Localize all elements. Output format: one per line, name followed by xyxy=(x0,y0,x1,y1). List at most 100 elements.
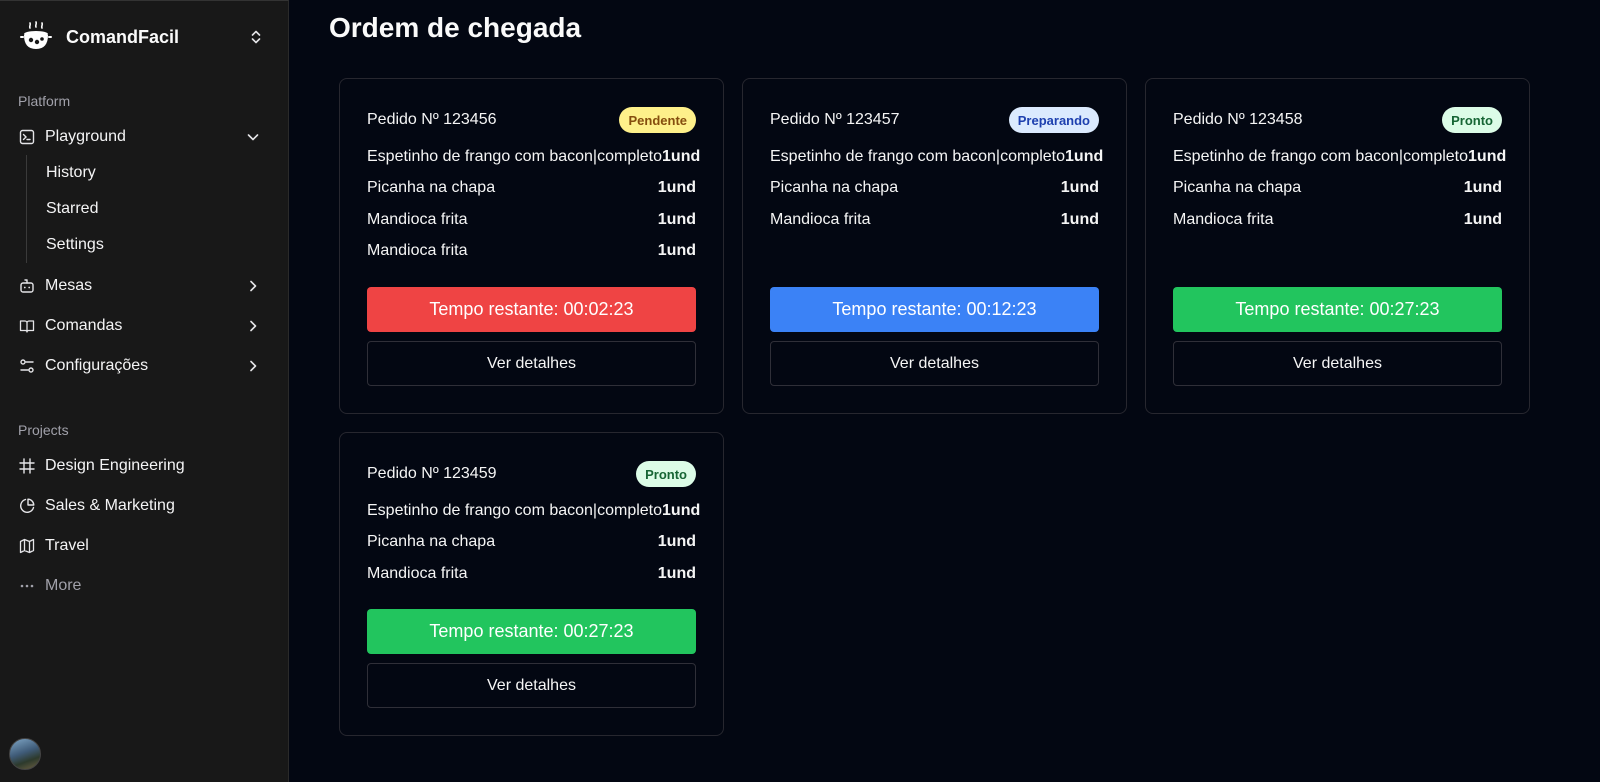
list-item: Mandioca frita 1und xyxy=(770,204,1099,236)
main-content: Ordem de chegada Pedido Nº 123456 Penden… xyxy=(289,0,1600,782)
sidebar-item-comandas[interactable]: Comandas xyxy=(10,309,274,343)
settings-sliders-icon xyxy=(18,357,36,375)
more-horizontal-icon xyxy=(18,577,36,595)
time-remaining-bar: Tempo restante: 00:12:23 xyxy=(770,287,1099,332)
list-item: Picanha na chapa 1und xyxy=(770,173,1099,205)
list-item: Picanha na chapa 1und xyxy=(367,173,696,205)
list-item: Mandioca frita 1und xyxy=(367,236,696,268)
item-name: Mandioca frita xyxy=(1173,210,1274,228)
status-badge: Pendente xyxy=(619,107,696,133)
item-quantity: 1und xyxy=(657,210,696,228)
sidebar-item-label: Mesas xyxy=(45,277,93,294)
list-item: Espetinho de frango com bacon|completo 1u… xyxy=(367,141,700,173)
chevron-down-icon xyxy=(244,128,262,146)
item-name: Espetinho de frango com bacon|completo xyxy=(1173,147,1469,165)
item-name: Picanha na chapa xyxy=(770,179,899,197)
frame-icon xyxy=(18,457,36,475)
item-name: Mandioca frita xyxy=(367,242,468,260)
item-name: Mandioca frita xyxy=(367,210,468,228)
chevron-right-icon xyxy=(244,357,262,375)
app-name: ComandFacil xyxy=(66,26,180,47)
item-name: Picanha na chapa xyxy=(367,179,496,197)
book-icon xyxy=(18,317,36,335)
item-name: Espetinho de frango com bacon|completo xyxy=(770,147,1066,165)
item-quantity: 1und xyxy=(1065,147,1104,165)
list-item: Espetinho de frango com bacon|completo 1u… xyxy=(770,141,1103,173)
sidebar-item-label: Travel xyxy=(45,537,89,554)
item-quantity: 1und xyxy=(1463,179,1502,197)
sidebar-item-sales-marketing[interactable]: Sales & Marketing xyxy=(10,489,274,523)
bot-icon xyxy=(18,277,36,295)
order-card: Pedido Nº 123458 Pronto Espetinho de fra… xyxy=(1145,78,1530,414)
map-icon xyxy=(18,537,36,555)
order-items-list: Espetinho de frango com bacon|completo 1u… xyxy=(1173,141,1506,236)
list-item: Mandioca frita 1und xyxy=(367,204,696,236)
item-name: Mandioca frita xyxy=(770,210,871,228)
time-remaining-bar: Tempo restante: 00:02:23 xyxy=(367,287,696,332)
page-title: Ordem de chegada xyxy=(329,12,582,43)
order-number: Pedido Nº 123458 xyxy=(1173,111,1303,128)
terminal-icon xyxy=(18,128,36,146)
sidebar-item-mesas[interactable]: Mesas xyxy=(10,269,274,303)
chevron-right-icon xyxy=(244,317,262,335)
sidebar-item-label: Design Engineering xyxy=(45,457,185,474)
sidebar-subitem-settings[interactable]: Settings xyxy=(36,230,104,260)
view-details-button[interactable]: Ver detalhes xyxy=(367,341,696,386)
order-items-list: Espetinho de frango com bacon|completo 1u… xyxy=(367,495,700,590)
order-number: Pedido Nº 123456 xyxy=(367,111,497,128)
sidebar-item-label: Playground xyxy=(45,128,126,145)
item-quantity: 1und xyxy=(657,533,696,551)
sidebar-item-label: More xyxy=(45,577,82,594)
order-items-list: Espetinho de frango com bacon|completo 1u… xyxy=(367,141,700,268)
projects-section-label: Projects xyxy=(18,422,69,438)
item-quantity: 1und xyxy=(657,179,696,197)
sidebar-item-label: Configurações xyxy=(45,357,149,374)
cooking-pot-logo-icon xyxy=(18,19,54,55)
list-item: Mandioca frita 1und xyxy=(1173,204,1502,236)
item-quantity: 1und xyxy=(1060,210,1099,228)
item-quantity: 1und xyxy=(657,564,696,582)
order-items-list: Espetinho de frango com bacon|completo 1u… xyxy=(770,141,1103,236)
sidebar-item-design-engineering[interactable]: Design Engineering xyxy=(10,449,274,483)
chevrons-up-down-icon xyxy=(247,28,265,46)
submenu-guide-line xyxy=(26,155,27,263)
list-item: Picanha na chapa 1und xyxy=(1173,173,1502,205)
view-details-button[interactable]: Ver detalhes xyxy=(770,341,1099,386)
sidebar-item-label: Comandas xyxy=(45,317,123,334)
time-remaining-bar: Tempo restante: 00:27:23 xyxy=(1173,287,1502,332)
list-item: Espetinho de frango com bacon|completo 1u… xyxy=(367,495,700,527)
item-quantity: 1und xyxy=(1468,147,1507,165)
item-name: Picanha na chapa xyxy=(1173,179,1302,197)
sidebar-item-travel[interactable]: Travel xyxy=(10,529,274,563)
platform-section-label: Platform xyxy=(18,93,71,109)
view-details-button[interactable]: Ver detalhes xyxy=(1173,341,1502,386)
chevron-right-icon xyxy=(244,277,262,295)
view-details-button[interactable]: Ver detalhes xyxy=(367,663,696,708)
sidebar: ComandFacil Platform Playground History … xyxy=(0,0,289,782)
item-name: Espetinho de frango com bacon|completo xyxy=(367,501,663,519)
sidebar-item-configuracoes[interactable]: Configurações xyxy=(10,349,274,383)
pie-chart-icon xyxy=(18,497,36,515)
list-item: Mandioca frita 1und xyxy=(367,558,696,590)
sidebar-item-playground[interactable]: Playground xyxy=(10,120,274,154)
item-name: Picanha na chapa xyxy=(367,533,496,551)
item-quantity: 1und xyxy=(657,242,696,260)
order-card: Pedido Nº 123456 Pendente Espetinho de f… xyxy=(339,78,724,414)
list-item: Espetinho de frango com bacon|completo 1u… xyxy=(1173,141,1506,173)
sidebar-item-more[interactable]: More xyxy=(10,569,274,603)
order-card: Pedido Nº 123457 Preparando Espetinho de… xyxy=(742,78,1127,414)
status-badge: Pronto xyxy=(1442,107,1502,133)
team-switcher[interactable]: ComandFacil xyxy=(18,19,273,55)
item-quantity: 1und xyxy=(1463,210,1502,228)
item-quantity: 1und xyxy=(662,147,701,165)
item-quantity: 1und xyxy=(662,501,701,519)
order-number: Pedido Nº 123459 xyxy=(367,465,497,482)
time-remaining-bar: Tempo restante: 00:27:23 xyxy=(367,609,696,654)
sidebar-subitem-starred[interactable]: Starred xyxy=(36,194,98,224)
sidebar-item-label: Sales & Marketing xyxy=(45,497,175,514)
user-avatar[interactable] xyxy=(9,738,41,770)
order-card: Pedido Nº 123459 Pronto Espetinho de fra… xyxy=(339,432,724,736)
order-number: Pedido Nº 123457 xyxy=(770,111,900,128)
sidebar-subitem-history[interactable]: History xyxy=(36,158,96,188)
list-item: Picanha na chapa 1und xyxy=(367,527,696,559)
